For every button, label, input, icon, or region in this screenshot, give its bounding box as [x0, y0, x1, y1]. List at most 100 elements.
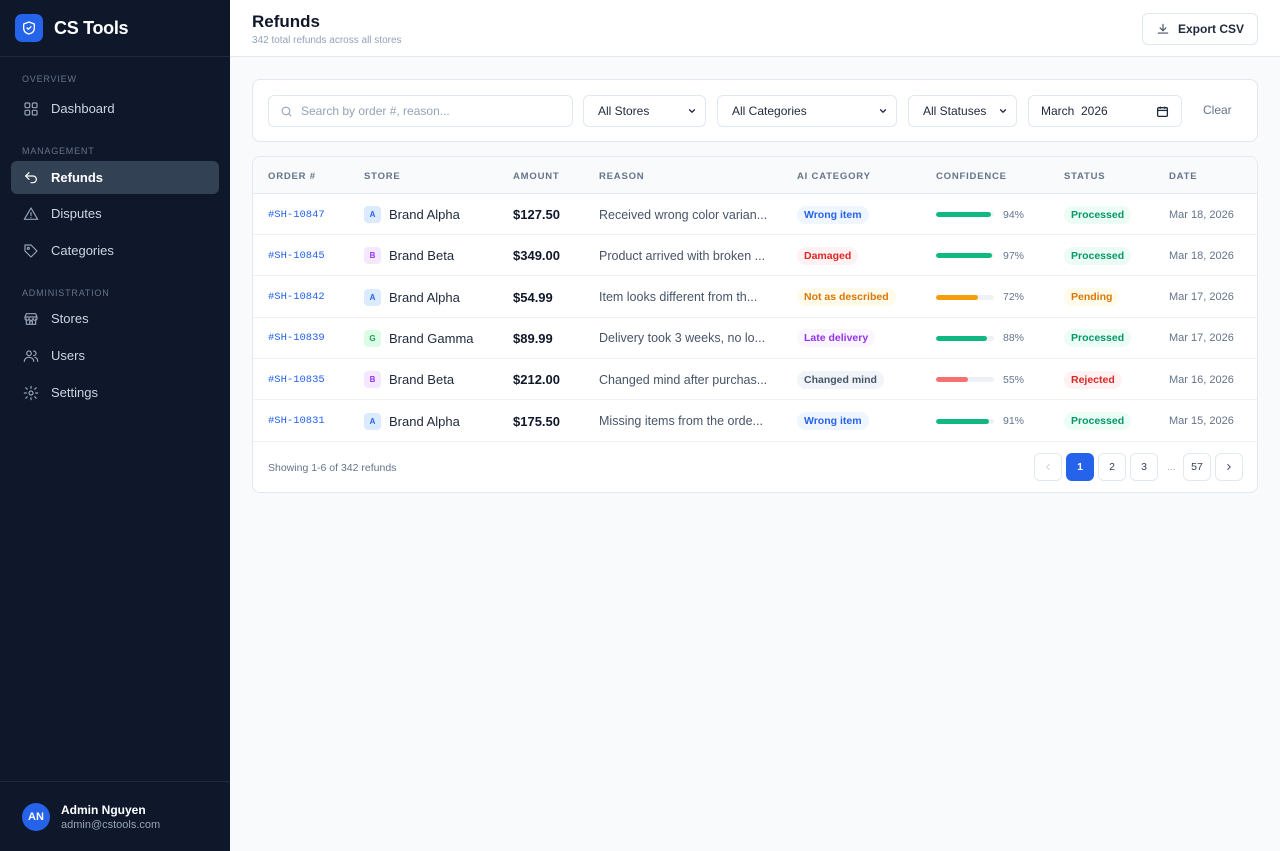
- order-number-link[interactable]: #SH-10845: [268, 250, 325, 262]
- confidence-percent: 72%: [1003, 291, 1025, 304]
- table-header: ORDER # STORE AMOUNT REASON AI CATEGORY …: [253, 157, 1257, 194]
- status-badge: Processed: [1064, 246, 1132, 265]
- page-button-57[interactable]: 57: [1183, 453, 1211, 481]
- sidebar-item-label: Disputes: [51, 206, 102, 221]
- sidebar-item-categories[interactable]: Categories: [11, 234, 219, 267]
- brand: CS Tools: [0, 0, 230, 57]
- column-header-store[interactable]: STORE: [364, 171, 401, 182]
- status-badge: Pending: [1064, 288, 1120, 307]
- search-input[interactable]: [301, 104, 561, 118]
- refund-amount: $89.99: [513, 330, 553, 346]
- sidebar-item-label: Dashboard: [51, 101, 115, 116]
- order-number-link[interactable]: #SH-10842: [268, 291, 325, 303]
- store-badge: A: [364, 288, 381, 306]
- users-icon: [22, 347, 40, 365]
- export-csv-button[interactable]: Export CSV: [1142, 13, 1258, 45]
- table-row[interactable]: #SH-10839 G Brand Gamma $89.99 Delivery took…: [253, 318, 1257, 359]
- store-name: Brand Alpha: [389, 289, 460, 305]
- ai-category-badge: Wrong item: [797, 412, 869, 430]
- refund-amount: $175.50: [513, 413, 560, 429]
- sidebar-item-label: Refunds: [51, 170, 103, 185]
- store-name: Brand Beta: [389, 248, 455, 264]
- column-header-reason[interactable]: REASON: [599, 171, 644, 182]
- store-icon: [22, 310, 40, 328]
- refund-reason: Item looks different from th...: [599, 290, 758, 305]
- month-filter-input[interactable]: March 2026: [1028, 95, 1182, 127]
- user-name: Admin Nguyen: [61, 802, 146, 817]
- tag-icon: [22, 242, 40, 260]
- refund-date: Mar 16, 2026: [1169, 373, 1234, 386]
- sidebar-item-disputes[interactable]: Disputes: [11, 197, 219, 230]
- store-name: Brand Alpha: [389, 413, 460, 429]
- sidebar-item-label: Categories: [51, 243, 114, 258]
- chevron-left-icon: [1046, 463, 1050, 471]
- page-header: Refunds 342 total refunds across all sto…: [230, 0, 1280, 57]
- refund-amount: $54.99: [513, 289, 553, 305]
- status-badge: Processed: [1064, 412, 1132, 430]
- store-badge: A: [364, 206, 381, 223]
- table-footer: Showing 1-6 of 342 refunds 1 2 3 ... 57: [253, 442, 1257, 492]
- store-name: Brand Alpha: [389, 207, 460, 222]
- column-header-ai-category[interactable]: AI CATEGORY: [797, 171, 871, 182]
- avatar: AN: [22, 802, 50, 831]
- page-button-2[interactable]: 2: [1098, 453, 1126, 481]
- page-button-3[interactable]: 3: [1130, 453, 1158, 481]
- category-filter-value: All Categories: [732, 104, 807, 118]
- user-profile[interactable]: AN Admin Nguyen admin@cstools.com: [0, 781, 230, 851]
- section-management-label: MANAGEMENT: [22, 146, 95, 156]
- prev-page-button[interactable]: [1034, 453, 1062, 481]
- store-filter-value: All Stores: [598, 104, 650, 118]
- column-header-confidence[interactable]: CONFIDENCE: [936, 171, 1007, 182]
- clear-filters-button[interactable]: Clear: [1203, 103, 1232, 117]
- table-row[interactable]: #SH-10845 B Brand Beta $349.00 Product arriv…: [253, 235, 1257, 277]
- refund-reason: Delivery took 3 weeks, no lo...: [599, 331, 766, 346]
- section-administration-label: ADMINISTRATION: [22, 288, 110, 298]
- order-number-link[interactable]: #SH-10839: [268, 332, 325, 344]
- sidebar-item-stores[interactable]: Stores: [11, 302, 219, 335]
- sidebar-item-settings[interactable]: Settings: [11, 376, 219, 409]
- page-subtitle: 342 total refunds across all stores: [252, 35, 402, 46]
- warning-triangle-icon: [22, 205, 40, 223]
- confidence-bar: [936, 418, 994, 424]
- confidence-bar: [936, 212, 994, 217]
- refund-date: Mar 18, 2026: [1169, 208, 1234, 221]
- table-row[interactable]: #SH-10831 A Brand Alpha $175.50 Missing item…: [253, 401, 1257, 442]
- store-badge: A: [364, 412, 381, 430]
- filter-bar: All Stores All Categories All Statuses M…: [252, 79, 1258, 142]
- sidebar-item-refunds[interactable]: Refunds: [11, 161, 219, 194]
- grid-icon: [22, 100, 40, 118]
- ai-category-badge: Changed mind: [797, 370, 884, 389]
- column-header-order[interactable]: ORDER #: [268, 171, 316, 182]
- status-badge: Processed: [1064, 329, 1132, 348]
- status-filter-select[interactable]: All Statuses: [908, 95, 1017, 127]
- order-number-link[interactable]: #SH-10847: [268, 209, 325, 221]
- order-number-link[interactable]: #SH-10831: [268, 415, 325, 427]
- sidebar-item-dashboard[interactable]: Dashboard: [11, 92, 219, 125]
- table-row[interactable]: #SH-10835 B Brand Beta $212.00 Changed mind …: [253, 359, 1257, 401]
- search-icon: [281, 106, 292, 116]
- table-row[interactable]: #SH-10847 A Brand Alpha $127.50 Received wro…: [253, 194, 1257, 235]
- refund-reason: Missing items from the orde...: [599, 414, 763, 428]
- sidebar-item-users[interactable]: Users: [11, 339, 219, 372]
- category-filter-select[interactable]: All Categories: [717, 95, 897, 127]
- pagination-ellipsis: ...: [1167, 462, 1176, 473]
- page-button-1[interactable]: 1: [1066, 453, 1094, 481]
- order-number-link[interactable]: #SH-10835: [268, 374, 325, 386]
- shield-logo-icon: [15, 14, 43, 42]
- gear-icon: [22, 384, 40, 402]
- refund-amount: $127.50: [513, 207, 560, 222]
- sidebar: CS Tools OVERVIEW Dashboard MANAGEMENT R…: [0, 0, 230, 851]
- calendar-icon: [1156, 106, 1169, 117]
- chevron-down-icon: [879, 109, 887, 113]
- next-page-button[interactable]: [1215, 453, 1243, 481]
- column-header-status[interactable]: STATUS: [1064, 171, 1105, 182]
- refund-date: Mar 17, 2026: [1169, 291, 1234, 304]
- table-row[interactable]: #SH-10842 A Brand Alpha $54.99 Item looks di…: [253, 277, 1257, 318]
- search-box[interactable]: [268, 95, 573, 127]
- store-filter-select[interactable]: All Stores: [583, 95, 706, 127]
- confidence-bar-fill: [936, 377, 968, 383]
- column-header-amount[interactable]: AMOUNT: [513, 171, 560, 182]
- refund-reason: Received wrong color varian...: [599, 207, 768, 222]
- column-header-date[interactable]: DATE: [1169, 171, 1197, 182]
- ai-category-badge: Not as described: [797, 288, 896, 307]
